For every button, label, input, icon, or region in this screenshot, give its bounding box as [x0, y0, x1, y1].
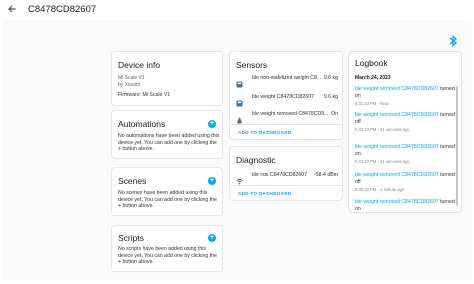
sensor-row[interactable]: ble non-stabilized weight C8... 9.6 kg	[236, 74, 338, 88]
page-title: C8478CD82607	[28, 4, 97, 15]
log-entity-link[interactable]: ble weight removed C8478CD82607	[355, 172, 439, 178]
scripts-card: Scripts + No scripts have been added usi…	[111, 225, 223, 272]
logbook-scrollbar[interactable]	[456, 86, 458, 206]
logbook-card: Logbook March 24, 2023 ble weight remove…	[348, 51, 462, 213]
log-entity-link[interactable]: ble weight removed C8478CD82607	[355, 199, 439, 205]
card-divider	[230, 124, 342, 125]
device-info-card: Device info Mi Scale V1 by Xiaomi Firmwa…	[111, 51, 223, 106]
device-manufacturer: by Xiaomi	[118, 82, 140, 88]
sensor-value: On	[331, 111, 338, 117]
sensor-row[interactable]: ble weight C8478CD82607 9.6 kg	[236, 93, 338, 107]
wifi-icon	[236, 172, 243, 185]
add-scene-button[interactable]: +	[208, 177, 216, 185]
card-divider	[230, 185, 342, 186]
log-time: 6:30:42 PM - 1 minute ago	[355, 186, 405, 192]
sensor-label: ble non-stabilized weight C8...	[252, 75, 322, 81]
sensor-value: 9.6 kg	[323, 94, 338, 100]
scripts-title: Scripts	[118, 233, 144, 243]
scenes-title: Scenes	[118, 176, 147, 186]
diagnostic-label: ble rssi C8478CD82607	[252, 172, 308, 178]
sensor-label: ble weight C8478CD82607	[252, 94, 315, 100]
sensors-title: Sensors	[236, 60, 268, 70]
scenes-card: Scenes + No scenes have been added using…	[111, 167, 223, 216]
weight-icon	[236, 111, 243, 124]
diagnostic-value: -58.4 dBm	[314, 172, 338, 178]
log-entry: ble weight removed C8478CD82607 turned o…	[355, 112, 457, 132]
log-entity-link[interactable]: ble weight removed C8478CD82607	[355, 144, 439, 150]
logbook-date: March 24, 2023	[355, 75, 391, 81]
add-script-button[interactable]: +	[208, 234, 216, 242]
automations-empty-text: No automations have been added using thi…	[118, 133, 220, 152]
device-firmware: Firmware: Mi Scale V1	[118, 92, 171, 98]
log-entry: ble weight removed C8478CD82607 turned o…	[355, 144, 457, 164]
log-time: 6:31:33 PM - Now	[355, 100, 389, 106]
diagnostic-add-to-dashboard-button[interactable]: ADD TO DASHBOARD	[238, 191, 291, 196]
diagnostic-row[interactable]: ble rssi C8478CD82607 -58.4 dBm	[236, 171, 338, 185]
scale-icon	[236, 94, 243, 107]
log-entry: ble weight removed C8478CD82607 turned o…	[355, 199, 457, 213]
automations-card: Automations + No automations have been a…	[111, 110, 223, 159]
sensor-row[interactable]: ble weight removed C8478CD8... On	[236, 110, 338, 124]
back-arrow-icon[interactable]	[6, 4, 18, 16]
log-entity-link[interactable]: ble weight removed C8478CD82607	[355, 86, 439, 92]
sensor-label: ble weight removed C8478CD8...	[252, 111, 329, 117]
sensor-value: 9.6 kg	[323, 75, 338, 81]
log-entity-link[interactable]: ble weight removed C8478CD82607	[355, 112, 439, 118]
top-bar: C8478CD82607	[0, 0, 474, 20]
sensors-card: Sensors ble non-stabilized weight C8... …	[229, 51, 343, 140]
automations-title: Automations	[118, 119, 166, 129]
device-model: Mi Scale V1	[118, 75, 145, 81]
logbook-title: Logbook	[355, 58, 388, 68]
log-entry: ble weight removed C8478CD82607 turned o…	[355, 172, 457, 192]
bluetooth-icon	[448, 34, 458, 47]
device-info-title: Device info	[118, 60, 161, 70]
scripts-empty-text: No scripts have been added using this de…	[118, 246, 217, 265]
log-entry: ble weight removed C8478CD82607 turned o…	[355, 86, 457, 106]
scale-icon	[236, 75, 243, 88]
diagnostic-title: Diagnostic	[236, 155, 276, 165]
log-time: 6:31:13 PM - 21 seconds ago	[355, 126, 410, 132]
log-time: 6:31:12 PM - 21 seconds ago	[355, 158, 410, 164]
scenes-empty-text: No scenes have been added using this dev…	[118, 190, 217, 209]
sensors-add-to-dashboard-button[interactable]: ADD TO DASHBOARD	[238, 130, 291, 135]
add-automation-button[interactable]: +	[208, 120, 216, 128]
diagnostic-card: Diagnostic ble rssi C8478CD82607 -58.4 d…	[229, 146, 343, 201]
